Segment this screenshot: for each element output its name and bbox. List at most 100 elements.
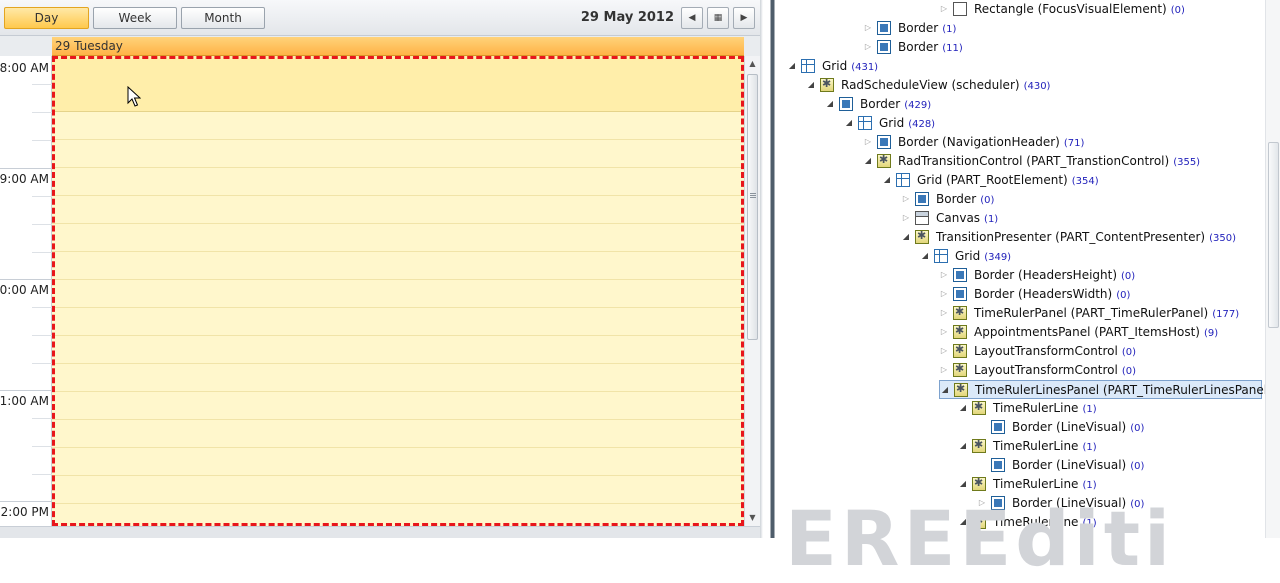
next-button[interactable]: ▶ (733, 7, 755, 29)
quarter-line (32, 335, 52, 336)
collapse-triangle-icon[interactable]: ◢ (825, 99, 835, 109)
expand-triangle-icon[interactable]: ▷ (939, 4, 949, 14)
tree-node[interactable]: ◢ TimeRulerLinesPanel (PART_TimeRulerLine… (939, 380, 1272, 399)
month-view-button[interactable]: Month (181, 7, 265, 29)
tree-node[interactable]: Border (LineVisual) (0) (977, 456, 1255, 475)
scroll-up-icon[interactable]: ▲ (745, 56, 760, 72)
control-node-icon (953, 305, 967, 320)
tree-node[interactable]: Border (LineVisual) (0) (977, 418, 1255, 437)
tree-node-type: Rectangle (FocusVisualElement) (974, 2, 1167, 16)
tree-node[interactable]: ◢ Grid (428) (844, 114, 1255, 133)
previous-button[interactable]: ◀ (681, 7, 703, 29)
expand-triangle-icon[interactable]: ▷ (901, 213, 911, 223)
tree-node[interactable]: ▷ Border (NavigationHeader) (71) (863, 133, 1255, 152)
tree-node[interactable]: ◢ Border (429) (825, 95, 1255, 114)
tree-scrollbar[interactable] (1265, 0, 1280, 538)
control-node-icon (953, 362, 967, 377)
collapse-triangle-icon[interactable]: ◢ (958, 479, 968, 489)
collapse-triangle-icon[interactable]: ◢ (920, 251, 930, 261)
border-node-icon (839, 97, 853, 111)
watermark: EREEditi (785, 494, 1175, 583)
tree-node-type: Grid (PART_RootElement) (917, 173, 1068, 187)
week-view-button[interactable]: Week (93, 7, 177, 29)
collapse-triangle-icon[interactable]: ◢ (940, 385, 950, 395)
tree-node[interactable]: ▷ Border (11) (863, 38, 1255, 57)
collapse-triangle-icon[interactable]: ◢ (863, 156, 873, 166)
tree-node-count: (349) (984, 252, 1012, 263)
tree-node-count: (0) (1116, 290, 1131, 301)
tree-scroll-thumb[interactable] (1268, 142, 1279, 328)
expand-triangle-icon[interactable]: ▷ (939, 289, 949, 299)
tree-node[interactable]: ◢ TimeRulerLine(1) (958, 475, 1255, 494)
calendar-grid-icon: ▦ (713, 13, 723, 23)
day-view-button[interactable]: Day (4, 7, 89, 29)
tree-node-count: (0) (1121, 366, 1137, 377)
expand-triangle-icon[interactable]: ▷ (939, 327, 949, 337)
tree-node[interactable]: ▷ Rectangle (FocusVisualElement) (0) (939, 0, 1255, 19)
tree-node-count: (11) (942, 43, 963, 54)
tree-node-count: (1) (1082, 404, 1097, 415)
quarter-line (32, 307, 52, 308)
collapse-triangle-icon[interactable]: ◢ (806, 80, 816, 90)
expand-triangle-icon[interactable]: ▷ (863, 23, 873, 33)
tree-node[interactable]: ▷ LayoutTransformControl(0) (939, 342, 1255, 361)
scroll-down-icon[interactable]: ▼ (745, 510, 760, 526)
expand-triangle-icon[interactable]: ▷ (939, 308, 949, 318)
border-node-icon (953, 287, 967, 301)
tree-node[interactable]: ◢ RadScheduleView (scheduler)(430) (806, 76, 1255, 95)
vertical-scrollbar[interactable]: ▲ ▼ (744, 56, 760, 526)
tree-node[interactable]: ◢ TimeRulerLine(1) (958, 399, 1255, 418)
expand-triangle-icon[interactable]: ▷ (939, 270, 949, 280)
tree-node-count: (1) (1082, 442, 1097, 453)
tree-node-count: (0) (980, 195, 995, 206)
tree-node-label: Grid (431) (822, 59, 878, 73)
tree-node-type: LayoutTransformControl (974, 363, 1118, 377)
tree-node[interactable]: ◢ Grid (PART_RootElement) (354) (882, 171, 1255, 190)
tree-node[interactable]: ▷ TimeRulerPanel (PART_TimeRulerPanel)(17… (939, 304, 1255, 323)
tree-node[interactable]: ◢ TimeRulerLine(1) (958, 437, 1255, 456)
tree-node-count: (429) (904, 100, 932, 111)
calendar-button[interactable]: ▦ (707, 7, 729, 29)
collapse-triangle-icon[interactable]: ◢ (958, 403, 968, 413)
tree-node[interactable]: ◢ Grid (349) (920, 247, 1255, 266)
control-node-icon (972, 400, 986, 415)
tree-node-type: Border (NavigationHeader) (898, 135, 1060, 149)
tree-node-count: (431) (851, 62, 879, 73)
day-header-label: 29 Tuesday (55, 39, 123, 53)
expand-triangle-icon[interactable]: ▷ (863, 42, 873, 52)
tree-node[interactable]: ▷ LayoutTransformControl(0) (939, 361, 1255, 380)
collapse-triangle-icon[interactable]: ◢ (844, 118, 854, 128)
collapse-triangle-icon[interactable]: ◢ (787, 61, 797, 71)
border-node-icon (915, 192, 929, 206)
expand-triangle-icon[interactable]: ▷ (939, 346, 949, 356)
tree-node-label: LayoutTransformControl (0) (974, 363, 1136, 377)
tree-node[interactable]: ◢ TransitionPresenter (PART_ContentPresen… (901, 228, 1255, 247)
tree-node[interactable]: ▷ Border (0) (901, 190, 1255, 209)
expand-triangle-icon[interactable]: ▷ (939, 365, 949, 375)
pane-splitter[interactable] (760, 0, 779, 538)
quarter-line (32, 196, 52, 197)
scroll-thumb[interactable] (747, 74, 758, 340)
collapse-triangle-icon[interactable]: ◢ (882, 175, 892, 185)
tree-node[interactable]: ▷ Canvas (1) (901, 209, 1255, 228)
rect-node-icon (953, 2, 967, 16)
tree-node[interactable]: ▷ Border (1) (863, 19, 1255, 38)
tree-node-label: Grid (349) (955, 249, 1011, 263)
expand-triangle-icon[interactable]: ▷ (901, 194, 911, 204)
tree-node-label: Border (1) (898, 21, 956, 35)
hour-line (0, 168, 52, 169)
day-header[interactable]: 29 Tuesday (52, 37, 744, 56)
tree-node[interactable]: ◢ RadTransitionControl (PART_TranstionCon… (863, 152, 1255, 171)
tree-node-count: (0) (1170, 5, 1185, 16)
expand-triangle-icon[interactable]: ▷ (863, 137, 873, 147)
tree-node-count: (0) (1130, 423, 1145, 434)
tree-node[interactable]: ◢ Grid (431) (787, 57, 1255, 76)
tree-node[interactable]: ▷ AppointmentsPanel (PART_ItemsHost)(9) (939, 323, 1255, 342)
tree-node[interactable]: ▷ Border (HeadersWidth) (0) (939, 285, 1255, 304)
collapse-triangle-icon[interactable]: ◢ (958, 441, 968, 451)
tree-node[interactable]: ▷ Border (HeadersHeight) (0) (939, 266, 1255, 285)
tree-node-type: Grid (822, 59, 848, 73)
tree-node-label: TransitionPresenter (PART_ContentPresent… (936, 230, 1236, 244)
collapse-triangle-icon[interactable]: ◢ (901, 232, 911, 242)
tree-node-label: TimeRulerPanel (PART_TimeRulerPanel) (177… (974, 306, 1239, 320)
